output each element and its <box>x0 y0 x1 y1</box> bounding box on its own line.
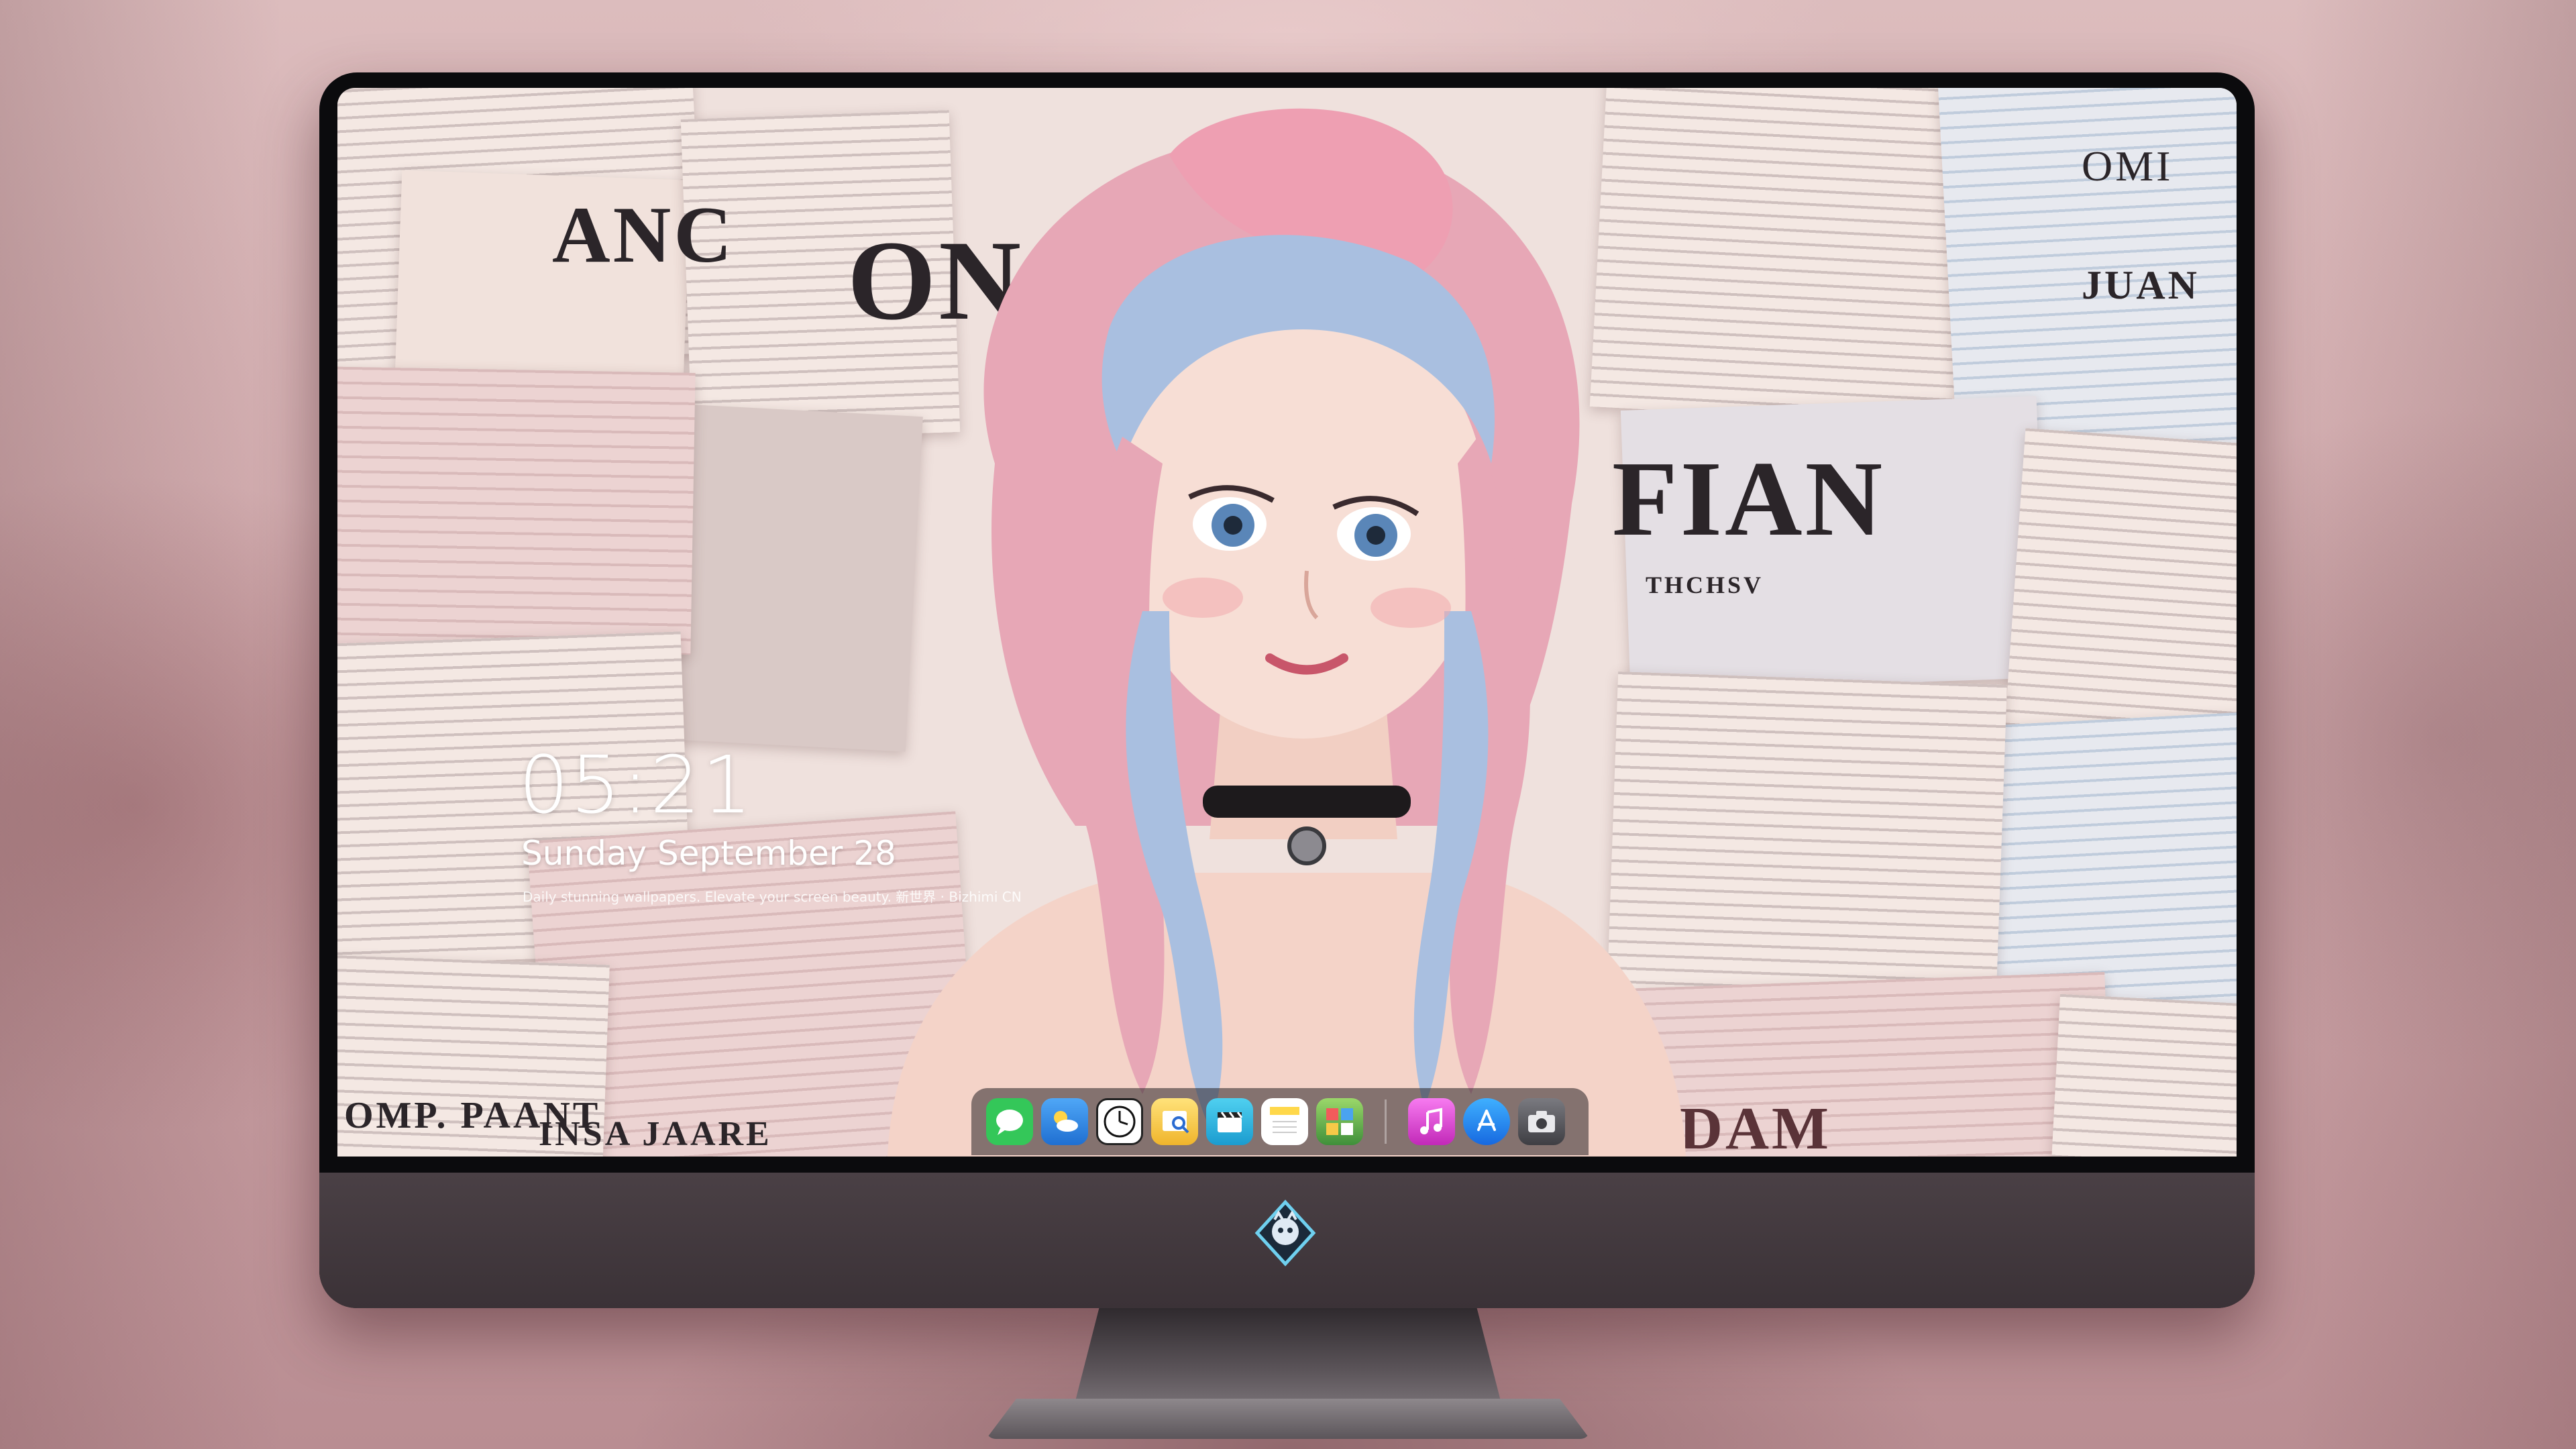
character-illustration <box>888 108 1686 1157</box>
app-store-icon[interactable] <box>1463 1098 1510 1145</box>
weather-icon[interactable] <box>1041 1098 1088 1145</box>
dock <box>971 1088 1589 1155</box>
dock-separator <box>1385 1099 1387 1144</box>
monitor-chin <box>319 1173 2255 1308</box>
lockscreen-date: Sunday September 28 <box>521 834 896 873</box>
monitor: ANC ON FIAN THCHSV JUAN OMI OMP. PAANT I… <box>319 72 2255 1308</box>
notes-icon[interactable] <box>1261 1098 1308 1145</box>
wallpaper: ANC ON FIAN THCHSV JUAN OMI OMP. PAANT I… <box>337 88 2237 1157</box>
photo-booth-icon[interactable] <box>1316 1098 1363 1145</box>
messages-icon[interactable] <box>986 1098 1033 1145</box>
clips-icon[interactable] <box>1206 1098 1253 1145</box>
brand-logo-icon <box>1254 1199 1316 1267</box>
monitor-stand <box>1073 1308 1503 1409</box>
monitor-stand-base <box>986 1399 1590 1439</box>
lockscreen-time: 05:21 <box>519 739 754 831</box>
clock-icon[interactable] <box>1096 1098 1143 1145</box>
preview-icon[interactable] <box>1151 1098 1198 1145</box>
screen: ANC ON FIAN THCHSV JUAN OMI OMP. PAANT I… <box>337 88 2237 1157</box>
wallpaper-tagline: Daily stunning wallpapers. Elevate your … <box>523 889 1022 905</box>
music-icon[interactable] <box>1408 1098 1455 1145</box>
camera-icon[interactable] <box>1518 1098 1565 1145</box>
